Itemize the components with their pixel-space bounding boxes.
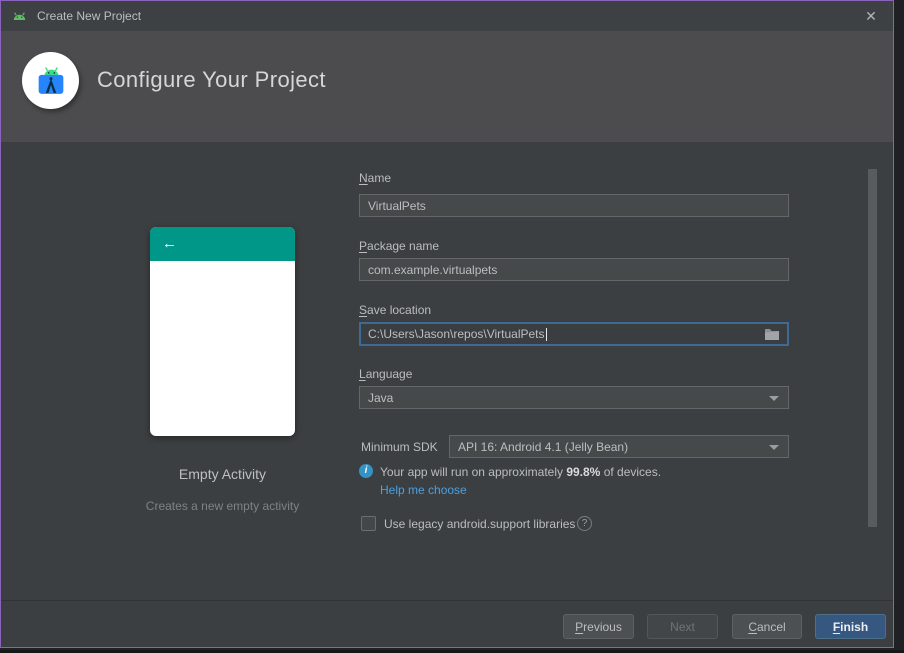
- android-studio-logo: [22, 52, 79, 109]
- minimum-sdk-value: API 16: Android 4.1 (Jelly Bean): [458, 439, 629, 454]
- help-me-choose-link[interactable]: Help me choose: [380, 483, 467, 497]
- minimum-sdk-dropdown[interactable]: API 16: Android 4.1 (Jelly Bean): [449, 435, 789, 458]
- next-button: Next: [647, 614, 718, 639]
- cancel-mnemonic: C: [748, 619, 757, 634]
- preview-appbar: ←: [150, 227, 295, 261]
- language-value: Java: [368, 390, 394, 405]
- desktop-edge-right: [896, 0, 904, 653]
- name-label-mnemonic: N: [359, 171, 368, 185]
- previous-rest: revious: [583, 619, 622, 634]
- sdk-note-suffix: of devices.: [600, 465, 662, 479]
- cancel-rest: ancel: [756, 619, 786, 634]
- legacy-support-checkbox[interactable]: [361, 516, 376, 531]
- name-input[interactable]: [359, 194, 789, 217]
- package-name-label: Package name: [359, 239, 439, 253]
- window-title: Create New Project: [37, 9, 142, 23]
- finish-button[interactable]: Finish: [815, 614, 886, 639]
- activity-name: Empty Activity: [178, 466, 267, 482]
- back-arrow-icon: ←: [162, 235, 177, 252]
- activity-preview-card: ←: [150, 227, 295, 436]
- name-label-rest: ame: [367, 171, 392, 185]
- title-bar[interactable]: Create New Project ✕: [1, 1, 893, 31]
- package-name-input[interactable]: [359, 258, 789, 281]
- language-dropdown[interactable]: Java: [359, 386, 789, 409]
- save-location-input[interactable]: C:\Users\Jason\repos\VirtualPets: [359, 322, 789, 346]
- cancel-button[interactable]: Cancel: [732, 614, 802, 639]
- minimum-sdk-label: Minimum SDK: [361, 440, 438, 454]
- create-new-project-dialog: Create New Project ✕ Configure Your Proj…: [0, 0, 894, 648]
- info-icon: i: [359, 464, 373, 478]
- location-label-mnemonic: S: [359, 303, 368, 317]
- name-label: Name: [359, 171, 391, 185]
- wizard-header: Configure Your Project: [1, 31, 893, 142]
- save-location-label: Save location: [359, 303, 431, 317]
- vertical-scrollbar[interactable]: [868, 169, 877, 527]
- location-label-rest: ave location: [367, 303, 432, 317]
- text-caret: [545, 327, 547, 341]
- dialog-button-bar: Previous Next Cancel Finish: [1, 601, 893, 647]
- previous-mnemonic: P: [575, 619, 584, 634]
- language-label-mnemonic: L: [359, 367, 366, 381]
- chevron-down-icon: [769, 396, 779, 401]
- android-icon: [13, 11, 26, 20]
- sdk-coverage-note: Your app will run on approximately 99.8%…: [380, 465, 661, 479]
- package-label-rest: ackage name: [367, 239, 440, 253]
- browse-folder-icon[interactable]: [764, 327, 780, 341]
- sdk-note-percentage: 99.8%: [566, 465, 601, 479]
- language-label: Language: [359, 367, 412, 381]
- close-icon[interactable]: ✕: [862, 7, 880, 25]
- page-title: Configure Your Project: [97, 67, 326, 92]
- previous-button[interactable]: Previous: [563, 614, 634, 639]
- finish-rest: inish: [840, 619, 869, 634]
- package-label-mnemonic: P: [359, 239, 368, 253]
- legacy-support-label: Use legacy android.support libraries: [384, 517, 576, 531]
- language-label-rest: anguage: [365, 367, 413, 381]
- save-location-value: C:\Users\Jason\repos\VirtualPets: [368, 327, 545, 341]
- help-question-icon[interactable]: ?: [577, 516, 592, 531]
- sdk-note-prefix: Your app will run on approximately: [380, 465, 567, 479]
- screen: Create New Project ✕ Configure Your Proj…: [0, 0, 904, 653]
- next-label: Next: [670, 619, 695, 634]
- activity-description: Creates a new empty activity: [145, 499, 300, 513]
- wizard-content: ← Empty Activity Creates a new empty act…: [1, 142, 893, 601]
- android-studio-logo-art: [38, 66, 63, 94]
- chevron-down-icon: [769, 445, 779, 450]
